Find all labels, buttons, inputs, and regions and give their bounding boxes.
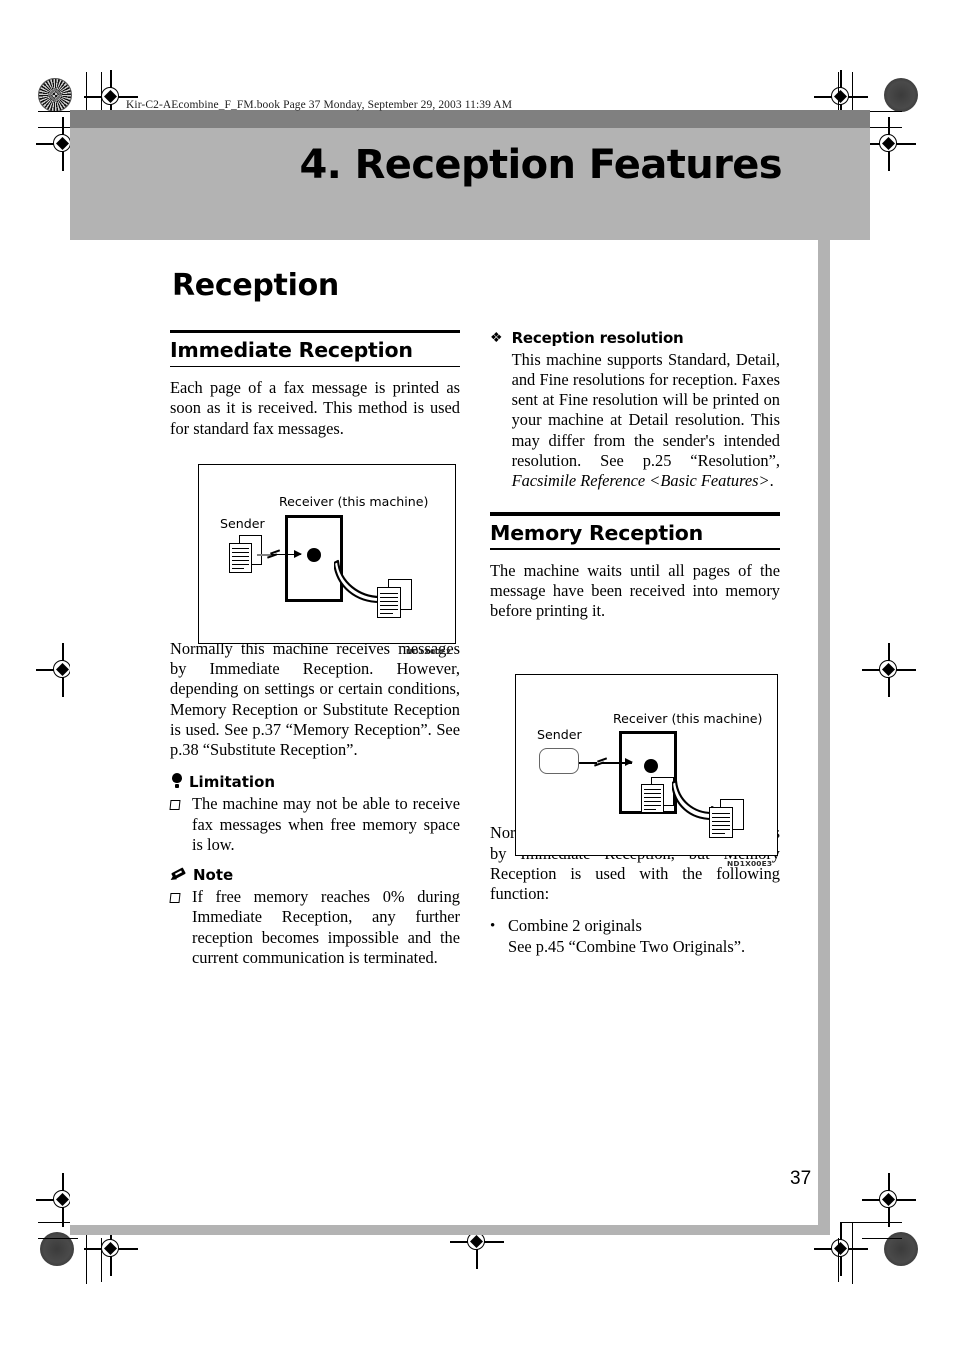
figure1-indicator-dot	[307, 548, 321, 562]
square-bullet-icon	[169, 794, 184, 855]
right-intro-paragraph: The machine waits until all pages of the…	[490, 560, 780, 621]
reception-resolution-block: ❖ Reception resolution This machine supp…	[490, 329, 780, 492]
reception-resolution-heading: Reception resolution	[511, 329, 684, 347]
page-title: Reception	[172, 268, 339, 303]
figure2-receiver-label: Receiver (this machine)	[613, 711, 763, 726]
diamond-bullet-icon: ❖	[490, 331, 503, 346]
figure2-indicator-dot	[644, 759, 658, 773]
reception-resolution-text: This machine supports Standard, Detail, …	[512, 350, 780, 492]
page-number: 37	[790, 1168, 812, 1189]
note-heading-row: Note	[170, 866, 460, 885]
figure1-receiver-label: Receiver (this machine)	[279, 494, 429, 509]
right-heading-rule-bottom	[490, 548, 780, 550]
figure2-id-label: ND1X00E3	[727, 859, 773, 868]
limitation-item-text: The machine may not be able to receive f…	[192, 794, 460, 854]
right-heading-rule-top	[490, 512, 780, 516]
dot-bullet-icon: •	[490, 918, 496, 935]
figure-memory-reception: Receiver (this machine) Sender	[515, 674, 778, 856]
figure1-incoming-arrow	[271, 550, 302, 558]
limitation-block: Limitation The machine may not be able t…	[169, 773, 460, 855]
figure1-id-label: ND1X00E2	[406, 647, 452, 656]
right-section-heading: Memory Reception	[490, 520, 704, 545]
square-bullet-icon	[169, 887, 184, 968]
limitation-icon	[170, 773, 183, 790]
note-block: Note If free memory reaches 0% during Im…	[169, 866, 460, 968]
combine-originals-line2: See p.45 “Combine Two Originals”.	[508, 936, 746, 956]
figure2-sender-box	[539, 748, 579, 774]
resolution-text-part2: .	[769, 471, 774, 491]
combine-originals-line1: Combine 2 originals	[508, 916, 642, 936]
figure1-output-documents	[377, 579, 413, 619]
left-heading-rule-top	[170, 330, 460, 334]
note-item: If free memory reaches 0% during Immedia…	[169, 887, 460, 968]
combine-originals-item: • Combine 2 originals See p.45 “Combine …	[490, 916, 780, 957]
pencil-icon	[170, 867, 187, 883]
page-content: Reception Immediate Reception Each page …	[0, 0, 954, 1348]
resolution-text-part1: This machine supports Standard, Detail, …	[511, 349, 780, 470]
limitation-item: The machine may not be able to receive f…	[169, 794, 460, 855]
figure2-sender-label: Sender	[537, 727, 582, 742]
note-item-text: If free memory reaches 0% during Immedia…	[192, 887, 460, 967]
left-after-figure-paragraph: Normally this machine receives messages …	[170, 638, 460, 760]
left-section-heading: Immediate Reception	[170, 338, 413, 363]
figure-immediate-reception: Receiver (this machine) Sender	[198, 464, 456, 644]
limitation-heading: Limitation	[189, 773, 276, 792]
left-intro-paragraph: Each page of a fax message is printed as…	[170, 378, 460, 438]
note-heading: Note	[193, 866, 234, 885]
combine-originals-text: Combine 2 originals See p.45 “Combine Tw…	[508, 916, 780, 957]
left-heading-rule-bottom	[170, 365, 460, 368]
figure2-incoming-arrow	[602, 759, 633, 766]
figure2-stored-documents	[641, 777, 675, 815]
resolution-text-italic: Facsimile Reference <Basic Features>	[511, 471, 770, 491]
limitation-heading-row: Limitation	[170, 773, 460, 790]
figure1-sender-label: Sender	[220, 516, 265, 531]
figure2-output-documents	[709, 799, 745, 839]
